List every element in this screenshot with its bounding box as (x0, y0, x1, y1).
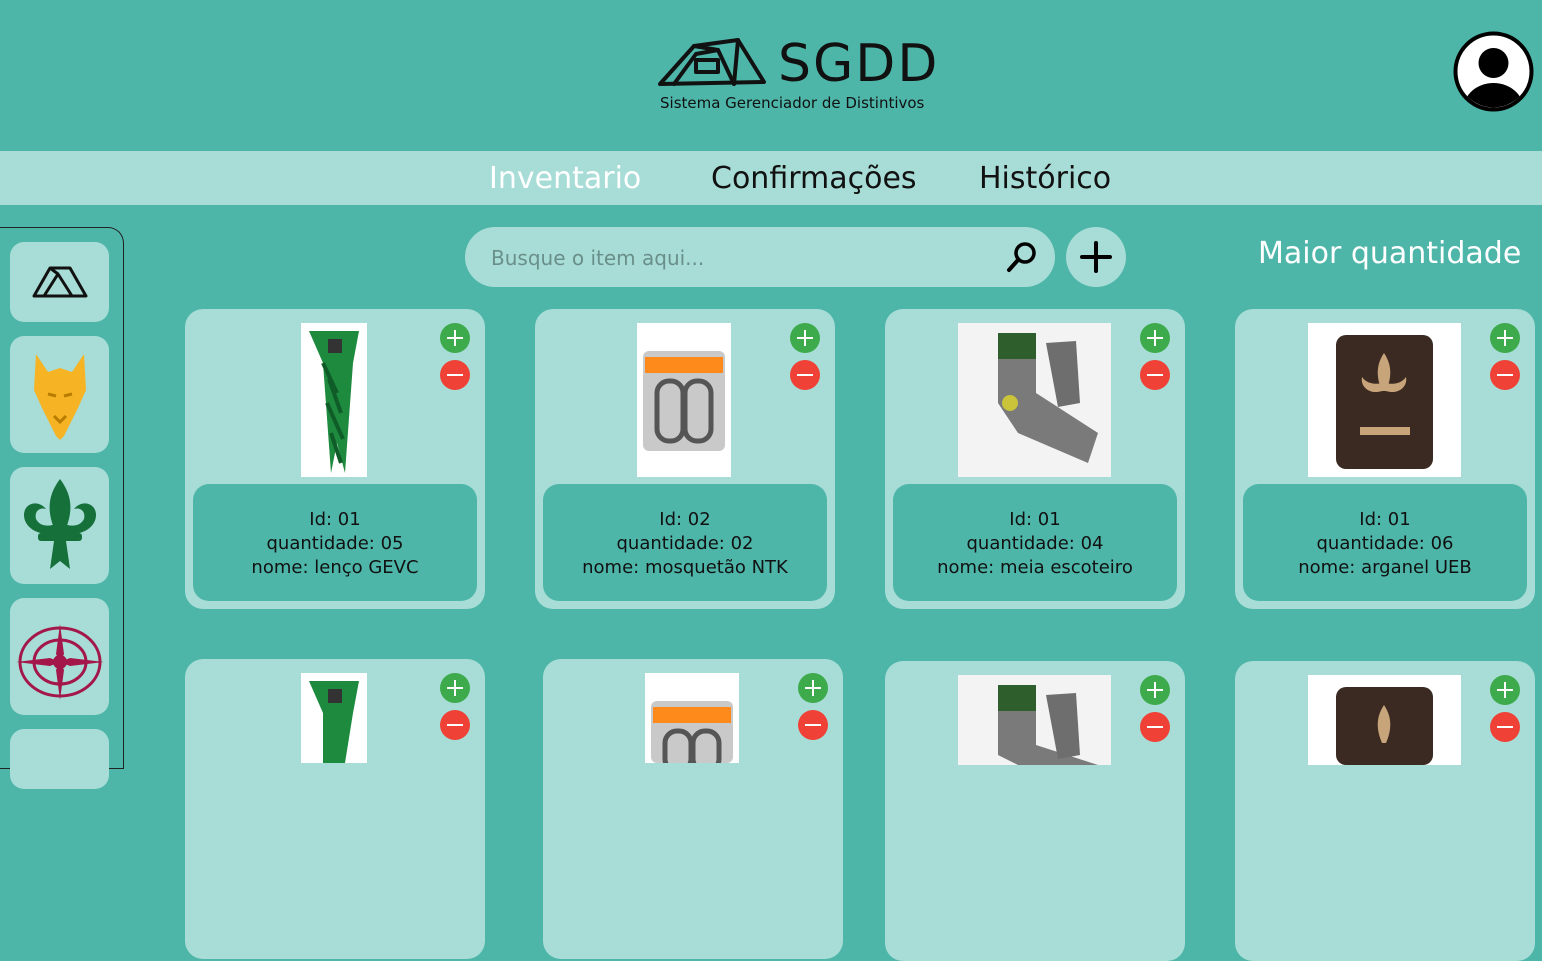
plus-icon (1080, 241, 1112, 273)
item-card: Id: 02 quantidade: 02 nome: mosquetão NT… (535, 309, 835, 609)
decrease-button[interactable] (440, 710, 470, 740)
item-quantity: quantidade: 02 (616, 533, 754, 554)
item-card (185, 659, 485, 959)
tab-inventario[interactable]: Inventario (489, 151, 641, 205)
increase-button[interactable] (1140, 675, 1170, 705)
decrease-button[interactable] (1140, 360, 1170, 390)
item-card: Id: 01 quantidade: 05 nome: lenço GEVC (185, 309, 485, 609)
item-id: Id: 01 (1009, 509, 1061, 530)
sidebar-item-senior[interactable] (10, 598, 109, 715)
item-card (543, 659, 843, 959)
item-info: Id: 01 quantidade: 05 nome: lenço GEVC (193, 484, 477, 601)
item-info: Id: 01 quantidade: 06 nome: arganel UEB (1243, 484, 1527, 601)
sort-selector[interactable]: Maior quantidade (1258, 236, 1521, 271)
scarf-image (301, 323, 367, 477)
item-id: Id: 01 (1359, 509, 1411, 530)
item-card: Id: 01 quantidade: 06 nome: arganel UEB (1235, 309, 1535, 609)
item-info: Id: 02 quantidade: 02 nome: mosquetão NT… (543, 484, 827, 601)
item-name: nome: mosquetão NTK (582, 557, 788, 578)
search-bar (465, 227, 1055, 287)
item-quantity: quantidade: 05 (266, 533, 404, 554)
socks-image (958, 675, 1111, 765)
item-id: Id: 02 (659, 509, 711, 530)
category-sidebar (0, 227, 124, 789)
app-subtitle: Sistema Gerenciador de Distintivos (660, 94, 925, 112)
item-quantity: quantidade: 06 (1316, 533, 1454, 554)
item-quantity: quantidade: 04 (966, 533, 1104, 554)
increase-button[interactable] (1140, 323, 1170, 353)
item-name: nome: arganel UEB (1298, 557, 1472, 578)
decrease-button[interactable] (1490, 360, 1520, 390)
scarf-image (301, 673, 367, 763)
increase-button[interactable] (440, 323, 470, 353)
wolf-icon (34, 354, 86, 440)
app-title: SGDD (778, 34, 940, 94)
carabiner-image (645, 673, 739, 774)
decrease-button[interactable] (1140, 712, 1170, 742)
search-input[interactable] (489, 241, 993, 275)
carabiner-image (637, 323, 731, 477)
user-avatar-icon[interactable] (1453, 31, 1534, 112)
header: SGDD Sistema Gerenciador de Distintivos (0, 0, 1542, 151)
decrease-button[interactable] (798, 710, 828, 740)
increase-button[interactable] (440, 673, 470, 703)
tent-icon (32, 266, 88, 298)
woggle-image (1308, 323, 1461, 477)
decrease-button[interactable] (440, 360, 470, 390)
item-name: nome: lenço GEVC (251, 557, 419, 578)
compass-rose-icon (16, 624, 104, 700)
tab-confirmacoes[interactable]: Confirmações (711, 151, 917, 205)
decrease-button[interactable] (790, 360, 820, 390)
item-id: Id: 01 (309, 509, 361, 530)
item-name: nome: meia escoteiro (937, 557, 1133, 578)
woggle-image (1308, 675, 1461, 765)
socks-image (958, 323, 1111, 477)
add-item-button[interactable] (1066, 227, 1126, 287)
increase-button[interactable] (1490, 323, 1520, 353)
item-card (1235, 661, 1535, 961)
sidebar-item-lobinho[interactable] (10, 336, 109, 453)
tent-logo-icon (658, 38, 766, 86)
item-card: Id: 01 quantidade: 04 nome: meia escotei… (885, 309, 1185, 609)
fleur-de-lis-icon (24, 479, 96, 569)
sidebar-item-more[interactable] (10, 729, 109, 789)
increase-button[interactable] (790, 323, 820, 353)
decrease-button[interactable] (1490, 712, 1520, 742)
item-info: Id: 01 quantidade: 04 nome: meia escotei… (893, 484, 1177, 601)
app-logo[interactable]: SGDD Sistema Gerenciador de Distintivos (656, 32, 946, 118)
item-card (885, 661, 1185, 961)
increase-button[interactable] (1490, 675, 1520, 705)
main-nav: Inventario Confirmações Histórico (0, 151, 1542, 205)
increase-button[interactable] (798, 673, 828, 703)
sidebar-item-all[interactable] (10, 242, 109, 322)
sidebar-item-escoteiro[interactable] (10, 467, 109, 584)
tab-historico[interactable]: Histórico (979, 151, 1111, 205)
search-icon[interactable] (1005, 240, 1039, 274)
